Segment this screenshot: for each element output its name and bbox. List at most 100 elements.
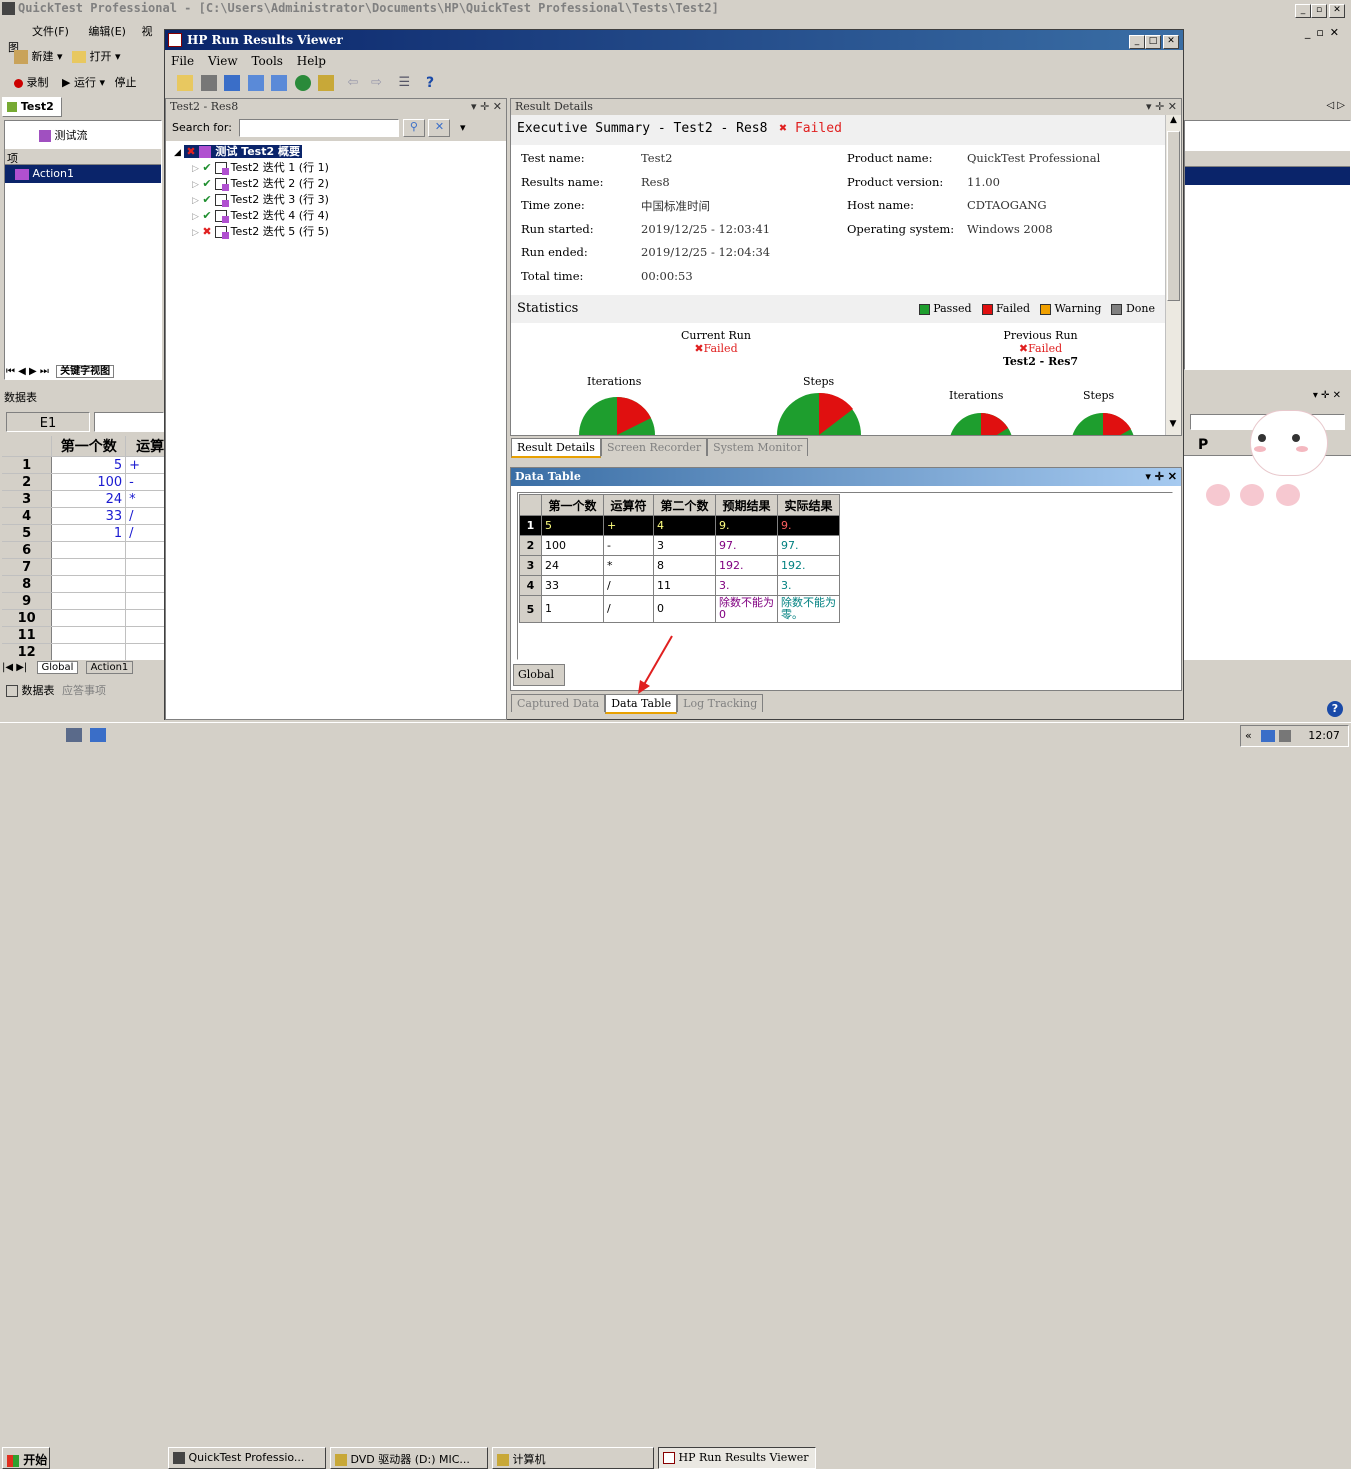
- server-manager-icon[interactable]: [66, 728, 82, 742]
- qtp-cell-first-number[interactable]: [51, 541, 127, 559]
- dt-column-header[interactable]: 运算符: [603, 494, 654, 516]
- dt-cell[interactable]: 9.: [777, 515, 840, 536]
- details-pane-controls-icon[interactable]: ▾ ✛ ✕: [1146, 100, 1177, 113]
- help-icon[interactable]: ?: [1327, 701, 1343, 717]
- qtp-cell-operator[interactable]: -: [125, 473, 164, 491]
- network-icon[interactable]: [1261, 730, 1276, 742]
- expand-icon[interactable]: [247, 75, 264, 91]
- open-icon[interactable]: [72, 51, 87, 63]
- record-icon[interactable]: [14, 78, 23, 88]
- qtp-cell-operator[interactable]: [125, 541, 164, 559]
- tab-log-tracking[interactable]: Log Tracking: [677, 694, 764, 712]
- viewer-menu-tools[interactable]: Tools: [251, 54, 283, 68]
- dt-cell[interactable]: 192.: [715, 555, 778, 576]
- find-icon[interactable]: [294, 75, 311, 91]
- clear-search-button[interactable]: ✕: [428, 119, 451, 137]
- dt-cell[interactable]: 24: [541, 555, 604, 576]
- qtp-cell-operator[interactable]: [125, 592, 164, 610]
- mdi-close-icon[interactable]: ✕: [1330, 26, 1339, 39]
- viewer-menu-help[interactable]: Help: [297, 54, 326, 68]
- record-button[interactable]: 录制: [27, 76, 49, 89]
- scroll-up-icon[interactable]: ▲: [1166, 115, 1181, 131]
- tree-item-iteration[interactable]: ▷ ✔ Test2 迭代 1 (行 1): [174, 159, 506, 175]
- keyword-view-tab[interactable]: 关键字视图: [56, 365, 115, 378]
- tab-captured-data[interactable]: Captured Data: [511, 694, 606, 712]
- dt-cell[interactable]: 11: [653, 575, 716, 596]
- collapse-icon[interactable]: [271, 75, 287, 91]
- tree-item-iteration[interactable]: ▷ ✔ Test2 迭代 4 (行 4): [174, 207, 506, 223]
- dt-cell[interactable]: 3.: [777, 575, 840, 596]
- expand-icon[interactable]: ▷: [192, 164, 199, 174]
- dt-column-header[interactable]: 实际结果: [777, 494, 840, 516]
- taskbar-item-qtp[interactable]: QuickTest Professio...: [168, 1447, 326, 1469]
- sheet-tab-action1[interactable]: Action1: [85, 661, 134, 674]
- show-desktop-icon[interactable]: [90, 728, 106, 742]
- flow-selector[interactable]: 测试流: [35, 125, 161, 143]
- dt-cell[interactable]: 8: [653, 555, 716, 576]
- dt-cell[interactable]: 0: [653, 595, 716, 623]
- qtp-cell-operator[interactable]: [125, 609, 164, 627]
- tree-item-iteration[interactable]: ▷ ✔ Test2 迭代 3 (行 3): [174, 191, 506, 207]
- qtp-cell-operator[interactable]: [125, 626, 164, 644]
- help-icon[interactable]: ?: [426, 75, 442, 91]
- taskbar-item-computer[interactable]: 计算机: [492, 1447, 654, 1469]
- dt-cell[interactable]: 100: [541, 535, 604, 556]
- qtp-cell-first-number[interactable]: 24: [51, 490, 127, 508]
- dt-column-header[interactable]: 第一个数: [541, 494, 604, 516]
- qtp-cell-first-number[interactable]: [51, 592, 127, 610]
- run-button[interactable]: 运行: [74, 76, 96, 89]
- start-button[interactable]: 开始: [2, 1447, 50, 1469]
- cell-ref-box[interactable]: E1: [6, 412, 90, 432]
- test-tab[interactable]: Test2: [2, 97, 62, 117]
- viewer-close-button[interactable]: ✕: [1163, 35, 1179, 49]
- viewer-minimize-button[interactable]: _: [1129, 35, 1145, 49]
- back-icon[interactable]: ⇦: [348, 75, 364, 91]
- taskbar-item-dvd[interactable]: DVD 驱动器 (D:) MIC...: [330, 1447, 488, 1469]
- formula-input[interactable]: [94, 412, 164, 432]
- tab-system-monitor[interactable]: System Monitor: [707, 438, 809, 456]
- first-sheet-icon[interactable]: ⏮ ◀ ▶ ⏭: [6, 366, 49, 377]
- expand-icon[interactable]: ▷: [192, 228, 199, 238]
- expand-icon[interactable]: ▷: [192, 212, 199, 222]
- grid-col-a-header[interactable]: 第一个数: [51, 436, 127, 457]
- viewer-menu-file[interactable]: File: [171, 54, 194, 68]
- qtp-minimize-button[interactable]: _: [1295, 4, 1311, 18]
- mdi-restore-icon[interactable]: ▫: [1316, 26, 1323, 39]
- datatable-pane-controls-icon[interactable]: ▾ ✛ ✕: [1145, 470, 1177, 483]
- dt-column-header[interactable]: 预期结果: [715, 494, 778, 516]
- datatable-tab[interactable]: 数据表: [22, 684, 55, 697]
- dt-cell[interactable]: 除数不能为零。: [777, 595, 840, 623]
- qtp-close-button[interactable]: ✕: [1329, 4, 1345, 18]
- search-options-icon[interactable]: ▾: [460, 121, 466, 134]
- dt-cell[interactable]: 除数不能为0: [715, 595, 778, 623]
- taskbar-item-viewer[interactable]: HP Run Results Viewer: [658, 1447, 816, 1469]
- qtp-cell-first-number[interactable]: [51, 558, 127, 576]
- dt-cell[interactable]: 33: [541, 575, 604, 596]
- qtp-menu-file[interactable]: 文件(F): [32, 25, 69, 38]
- qtp-cell-operator[interactable]: [125, 643, 164, 660]
- mdi-minimize-icon[interactable]: _: [1305, 26, 1311, 39]
- qtp-maximize-button[interactable]: ▫: [1311, 4, 1327, 18]
- add-icon[interactable]: [318, 75, 334, 91]
- dt-cell[interactable]: 9.: [715, 515, 778, 536]
- qtp-cell-first-number[interactable]: [51, 626, 127, 644]
- qtp-menu-edit[interactable]: 编辑(E): [88, 25, 126, 38]
- expand-icon[interactable]: ▷: [192, 196, 199, 206]
- dt-cell[interactable]: /: [603, 575, 654, 596]
- search-button[interactable]: ⚲: [402, 119, 425, 137]
- qtp-cell-operator[interactable]: [125, 558, 164, 576]
- dt-cell[interactable]: *: [603, 555, 654, 576]
- dt-cell[interactable]: /: [603, 595, 654, 623]
- qtp-cell-operator[interactable]: +: [125, 456, 164, 474]
- tree-item-iteration[interactable]: ▷ ✖ Test2 迭代 5 (行 5): [174, 223, 506, 239]
- open-button[interactable]: 打开: [90, 50, 112, 63]
- run-icon[interactable]: ▶: [62, 76, 70, 89]
- viewer-menu-view[interactable]: View: [208, 54, 238, 68]
- tree-item-iteration[interactable]: ▷ ✔ Test2 迭代 2 (行 2): [174, 175, 506, 191]
- scroll-down-icon[interactable]: ▼: [1166, 419, 1180, 435]
- dt-cell[interactable]: 192.: [777, 555, 840, 576]
- qtp-cell-first-number[interactable]: [51, 609, 127, 627]
- qtp-cell-first-number[interactable]: 1: [51, 524, 127, 542]
- list-icon[interactable]: ☰: [399, 75, 415, 91]
- volume-icon[interactable]: [1278, 730, 1291, 742]
